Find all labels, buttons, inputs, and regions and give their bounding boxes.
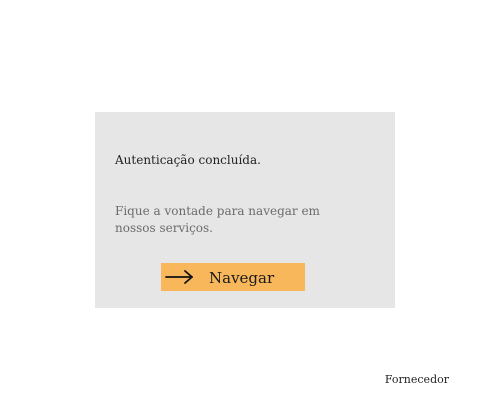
auth-card: Autenticação concluída. Fique a vontade … xyxy=(95,112,395,308)
navigate-button-label: Navegar xyxy=(209,269,275,287)
navigate-button[interactable]: Navegar xyxy=(161,263,305,291)
auth-message: Fique a vontade para navegar em nossos s… xyxy=(115,204,320,235)
provider-link[interactable]: Fornecedor xyxy=(385,373,449,387)
arrow-right-icon xyxy=(165,270,193,284)
auth-title: Autenticação concluída. xyxy=(115,153,261,167)
